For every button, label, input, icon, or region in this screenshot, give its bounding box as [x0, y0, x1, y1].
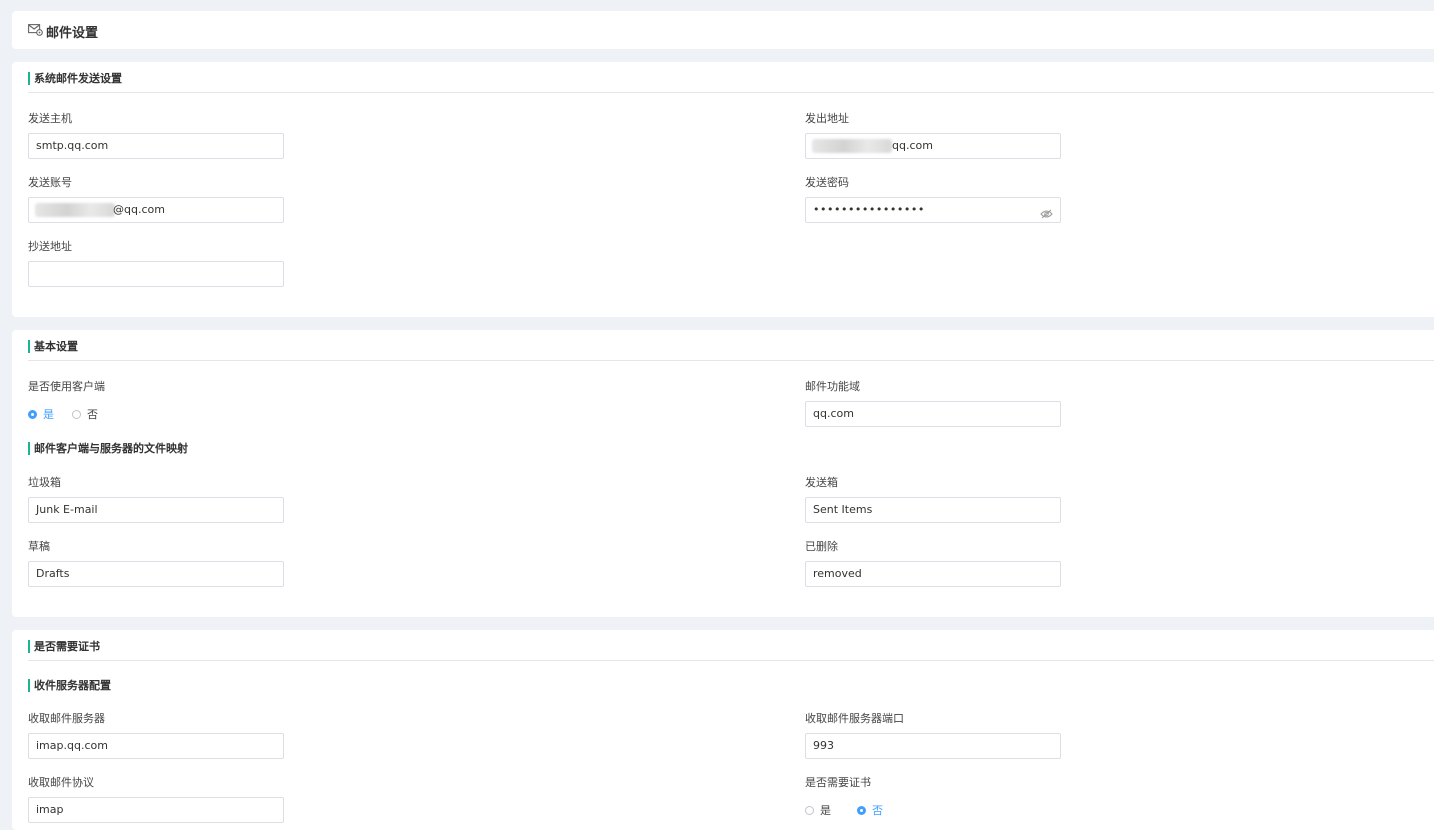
use-client-yes-radio[interactable]: 是	[28, 406, 54, 422]
need-cert-yes-radio[interactable]: 是	[805, 802, 831, 818]
drafts-input[interactable]: Drafts	[28, 561, 284, 587]
need-cert-no-radio[interactable]: 否	[857, 802, 883, 818]
send-password-input[interactable]: ••••••••••••••••	[805, 197, 1061, 223]
divider	[28, 92, 1434, 93]
mapping-section-title: 邮件客户端与服务器的文件映射	[28, 442, 188, 455]
divider	[28, 360, 1434, 361]
send-host-input[interactable]: smtp.qq.com	[28, 133, 284, 159]
radio-unchecked-icon	[72, 409, 81, 419]
receive-protocol-input[interactable]: imap	[28, 797, 284, 823]
send-account-label: 发送账号	[28, 176, 72, 189]
send-from-input[interactable]: qq.com	[805, 133, 1061, 159]
receive-server-label: 收取邮件服务器	[28, 712, 105, 725]
redacted-text	[812, 139, 892, 153]
junk-label: 垃圾箱	[28, 476, 61, 489]
radio-unchecked-icon	[805, 805, 814, 815]
receive-port-input[interactable]: 993	[805, 733, 1061, 759]
redacted-text	[35, 203, 115, 217]
page-header: 邮件设置	[12, 11, 1434, 49]
need-cert-label: 是否需要证书	[805, 776, 871, 789]
section-title: 基本设置	[28, 340, 78, 353]
receive-section-title: 收件服务器配置	[28, 679, 111, 692]
section-title: 是否需要证书	[28, 640, 100, 653]
cc-address-input[interactable]	[28, 261, 284, 287]
use-client-label: 是否使用客户端	[28, 380, 105, 393]
receive-server-input[interactable]: imap.qq.com	[28, 733, 284, 759]
certificate-section: 是否需要证书 收件服务器配置 收取邮件服务器 imap.qq.com 收取邮件服…	[12, 630, 1434, 830]
basic-settings-section: 基本设置 是否使用客户端 是 否 邮件功能域 qq.com 邮件客户端与服务器的…	[12, 330, 1434, 617]
cc-address-label: 抄送地址	[28, 240, 72, 253]
radio-checked-icon	[28, 409, 37, 419]
send-account-input[interactable]: @qq.com	[28, 197, 284, 223]
page-title: 邮件设置	[46, 26, 99, 41]
junk-input[interactable]: Junk E-mail	[28, 497, 284, 523]
mail-domain-label: 邮件功能域	[805, 380, 860, 393]
mail-settings-icon	[28, 24, 43, 39]
receive-port-label: 收取邮件服务器端口	[805, 712, 904, 725]
radio-checked-icon	[857, 805, 866, 815]
eye-off-icon[interactable]	[1040, 204, 1053, 228]
send-host-label: 发送主机	[28, 112, 72, 125]
sent-input[interactable]: Sent Items	[805, 497, 1061, 523]
need-cert-radio-group: 是 否	[805, 802, 901, 818]
use-client-no-radio[interactable]: 否	[72, 406, 98, 422]
deleted-label: 已删除	[805, 540, 838, 553]
send-from-label: 发出地址	[805, 112, 849, 125]
send-password-label: 发送密码	[805, 176, 849, 189]
use-client-radio-group: 是 否	[28, 406, 116, 422]
drafts-label: 草稿	[28, 540, 50, 553]
section-title: 系统邮件发送设置	[28, 72, 122, 85]
receive-protocol-label: 收取邮件协议	[28, 776, 94, 789]
system-send-section: 系统邮件发送设置 发送主机 smtp.qq.com 发出地址 qq.com 发送…	[12, 62, 1434, 317]
mail-domain-input[interactable]: qq.com	[805, 401, 1061, 427]
deleted-input[interactable]: removed	[805, 561, 1061, 587]
sent-label: 发送箱	[805, 476, 838, 489]
divider	[28, 660, 1434, 661]
